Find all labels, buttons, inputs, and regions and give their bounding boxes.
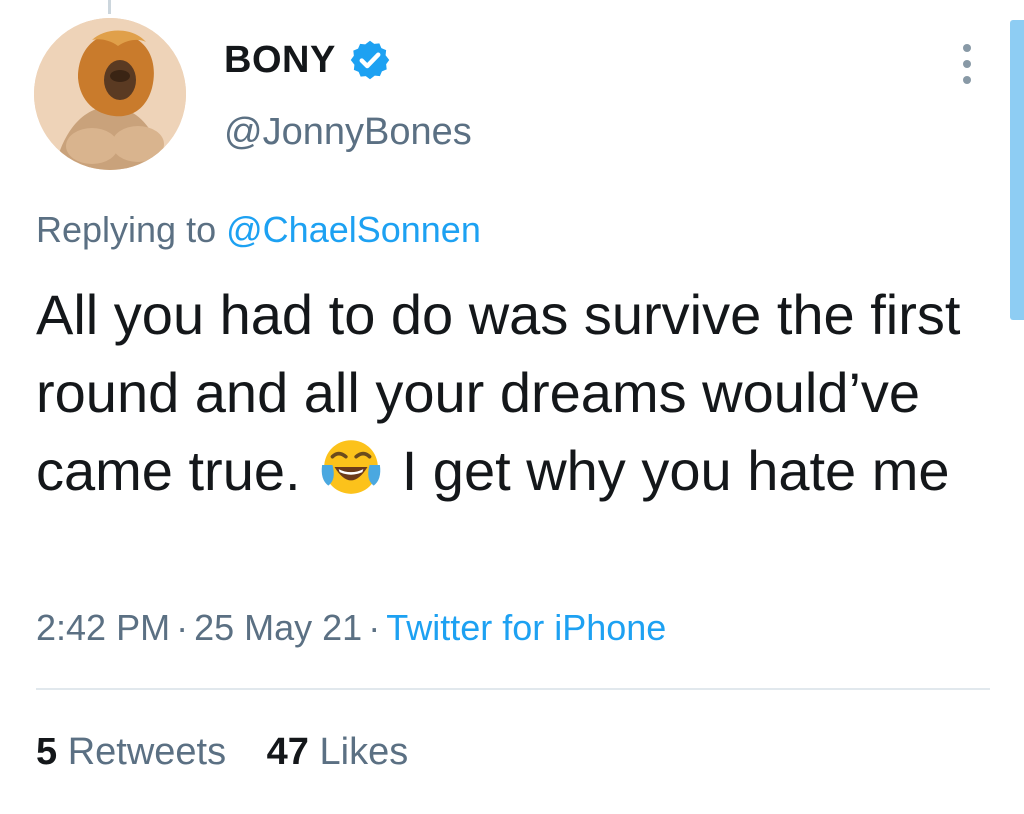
replying-to-link[interactable]: @ChaelSonnen (226, 209, 481, 250)
replying-prefix: Replying to (36, 209, 217, 250)
user-handle[interactable]: @JonnyBones (224, 108, 472, 156)
retweets-count: 5 (36, 731, 58, 773)
display-name-row[interactable]: BONY (224, 36, 392, 84)
more-dot (963, 76, 971, 84)
tweet-text: All you had to do was survive the first … (36, 276, 986, 510)
tweet-meta: 2:42 PM · 25 May 21 · Twitter for iPhone (36, 604, 666, 652)
scroll-indicator[interactable] (1010, 20, 1024, 320)
face-with-tears-of-joy-icon (321, 440, 381, 494)
more-dot (963, 60, 971, 68)
divider (36, 688, 990, 690)
meta-separator: · (176, 607, 189, 648)
replying-to: Replying to @ChaelSonnen (36, 206, 481, 254)
meta-separator: · (368, 607, 381, 648)
tweet-time[interactable]: 2:42 PM (36, 607, 170, 648)
retweets-label: Retweets (67, 731, 227, 773)
verified-badge-icon (350, 40, 390, 80)
tweet-source-link[interactable]: Twitter for iPhone (386, 607, 666, 648)
tweet-date[interactable]: 25 May 21 (194, 607, 362, 648)
avatar[interactable] (34, 18, 186, 170)
likes-count: 47 (266, 731, 309, 773)
tweet-stats: 5 Retweets 47 Likes (36, 728, 438, 776)
tweet-text-part2: I get why you hate me (401, 439, 950, 502)
more-options-icon[interactable] (952, 44, 982, 84)
retweets-stat[interactable]: 5 Retweets (36, 731, 226, 773)
likes-label: Likes (319, 731, 409, 773)
likes-stat[interactable]: 47 Likes (267, 731, 409, 773)
display-name[interactable]: BONY (224, 36, 336, 84)
avatar-image (34, 18, 186, 170)
thread-connector-line (108, 0, 111, 14)
more-dot (963, 44, 971, 52)
